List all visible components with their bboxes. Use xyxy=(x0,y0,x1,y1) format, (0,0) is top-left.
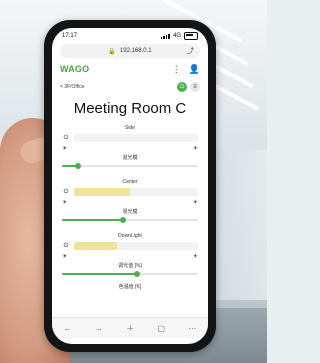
user-icon[interactable]: 👤 xyxy=(189,64,200,75)
cell-signal-icon xyxy=(160,33,170,39)
power-icon[interactable]: ⏻ xyxy=(177,82,187,92)
slider-center[interactable] xyxy=(62,217,198,223)
slider-downlight[interactable] xyxy=(62,271,198,277)
value-input[interactable] xyxy=(74,188,198,196)
browser-urlbar[interactable]: 🔒 192.168.0.1 ⤴ xyxy=(60,44,200,58)
section-label: Center xyxy=(122,179,138,185)
breadcrumb-row: < 3F/Office ⏻ ≡ xyxy=(52,80,208,94)
section-center: Center ⏻ ☀ ☀ 混光模 xyxy=(52,179,208,223)
mode-label: 混光模 xyxy=(122,209,138,215)
power-toggle-icon[interactable]: ⏻ xyxy=(62,242,70,250)
more-icon[interactable]: ⋯ xyxy=(188,324,196,333)
value-input[interactable] xyxy=(74,134,198,142)
more-icon[interactable]: ⋮ xyxy=(172,64,181,75)
tabs-icon[interactable]: ▢ xyxy=(157,324,165,333)
slider-side[interactable] xyxy=(62,163,198,169)
browser-url[interactable]: 192.168.0.1 xyxy=(120,48,152,54)
light-down-button[interactable]: ☀ xyxy=(193,253,198,260)
mode-label: 调光值 [%] xyxy=(118,263,142,269)
section-side: Side ⏻ ☀ ☀ 混光模 xyxy=(52,125,208,169)
wago-logo: WAGO xyxy=(60,64,90,74)
light-up-button[interactable]: ☀ xyxy=(62,145,67,152)
section-label: Side xyxy=(124,125,135,131)
mode-label: 混光模 xyxy=(122,155,138,161)
section-downlight: DownLight ⏻ ☀ ☀ 调光值 [%] 色温值 [K] xyxy=(52,233,208,290)
status-time: 17:17 xyxy=(62,33,78,39)
light-up-button[interactable]: ☀ xyxy=(62,199,67,206)
power-toggle-icon[interactable]: ⏻ xyxy=(62,134,70,142)
add-tab-icon[interactable]: ＋ xyxy=(126,323,134,334)
value-input[interactable] xyxy=(74,242,198,250)
app-header: WAGO ⋮ 👤 xyxy=(52,58,208,80)
lock-icon: 🔒 xyxy=(108,48,116,55)
forward-icon[interactable]: → xyxy=(95,324,103,333)
breadcrumb[interactable]: < 3F/Office xyxy=(60,84,85,90)
battery-icon xyxy=(184,32,198,40)
power-toggle-icon[interactable]: ⏻ xyxy=(62,188,70,196)
browser-bottom-bar: ← → ＋ ▢ ⋯ xyxy=(52,317,208,338)
network-type: 4G xyxy=(172,33,181,39)
bottom-caption: 色温值 [K] xyxy=(118,284,142,290)
share-icon[interactable]: ⤴ xyxy=(187,46,194,56)
settings-icon[interactable]: ≡ xyxy=(190,82,200,92)
section-label: DownLight xyxy=(118,233,142,239)
light-down-button[interactable]: ☀ xyxy=(193,145,198,152)
light-up-button[interactable]: ☀ xyxy=(62,253,67,260)
light-down-button[interactable]: ☀ xyxy=(193,199,198,206)
status-bar: 17:17 4G xyxy=(52,28,208,44)
page-title: Meeting Room C xyxy=(73,100,187,117)
phone-screen: 17:17 4G 🔒 192.168.0.1 ⤴ WAGO ⋮ 👤 < 3F/O… xyxy=(52,28,208,344)
back-icon[interactable]: ← xyxy=(64,324,72,333)
